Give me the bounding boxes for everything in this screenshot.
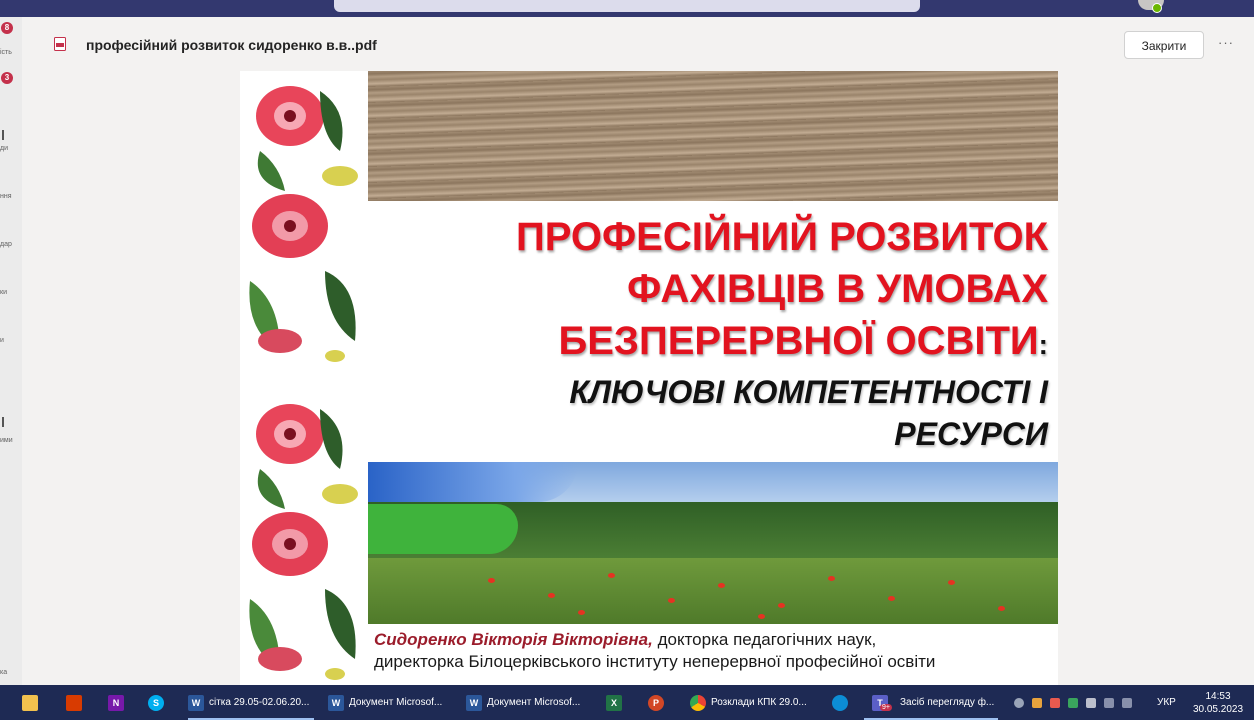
taskbar-item-chrome[interactable]: Розклади КПК 29.0...	[690, 685, 807, 720]
taskbar-item-label: Документ Microsof...	[349, 697, 443, 708]
system-tray	[1014, 685, 1132, 720]
title-line-3: БЕЗПЕРЕРВНОЇ ОСВІТИ	[558, 319, 1039, 363]
folder-icon	[22, 694, 38, 711]
skype-tray-icon[interactable]	[1014, 697, 1024, 708]
taskbar-item-teams[interactable]: T 9+ Засіб перегляду ф...	[872, 685, 994, 720]
poppy	[548, 593, 555, 598]
skype-icon: S	[148, 694, 164, 711]
rail-label-files[interactable]: и	[0, 337, 4, 344]
powerpoint-icon: P	[648, 694, 664, 711]
windows-taskbar: N S W сітка 29.05-02.06.20... W Документ…	[0, 685, 1254, 720]
meadow	[368, 558, 1058, 624]
tray-app-icon[interactable]	[1032, 697, 1042, 708]
volume-icon[interactable]	[1122, 697, 1132, 708]
taskbar-item-label: сітка 29.05-02.06.20...	[209, 697, 310, 708]
powerpoint-button[interactable]: P	[648, 685, 664, 720]
poppy	[718, 583, 725, 588]
skype-button[interactable]: S	[148, 685, 164, 720]
poppy	[578, 610, 585, 615]
search-input[interactable]	[334, 0, 920, 12]
poppy	[758, 614, 765, 619]
activity-badge[interactable]: 8	[1, 22, 13, 34]
poppy	[998, 606, 1005, 611]
taskbar-item-label: Засіб перегляду ф...	[899, 697, 995, 708]
rail-label-calendar[interactable]: дар	[0, 241, 12, 248]
poppy	[948, 580, 955, 585]
left-rail: 8 ість 3 ди ння дар ки и ими ка	[0, 17, 22, 685]
app-icon	[66, 694, 82, 711]
poppy-field-image	[368, 462, 1058, 624]
author-role-2: директорка Білоцерківського інституту не…	[374, 652, 936, 671]
word-icon: W	[188, 694, 204, 711]
edge-button[interactable]	[832, 685, 848, 720]
author-text: Сидоренко Вікторія Вікторівна, докторка …	[374, 629, 1054, 673]
floral-ornament-image	[240, 71, 368, 685]
chrome-icon	[690, 694, 706, 711]
pdf-slide: ПРОФЕСІЙНИЙ РОЗВИТОК ФАХІВЦІВ В УМОВАХ Б…	[240, 71, 1058, 685]
blue-brush-stroke	[368, 462, 578, 502]
battery-icon[interactable]	[1086, 697, 1096, 708]
clock-time: 14:53	[1205, 691, 1231, 702]
rail-teams-indicator	[2, 130, 4, 140]
poppy	[488, 578, 495, 583]
excel-button[interactable]: X	[606, 685, 622, 720]
tray-app-icon[interactable]	[1068, 697, 1078, 708]
taskbar-item-label: Розклади КПК 29.0...	[711, 697, 807, 708]
rail-label-help[interactable]: ка	[0, 669, 7, 676]
title-line-3-wrapper: БЕЗПЕРЕРВНОЇ ОСВІТИ:	[388, 315, 1048, 371]
onenote-button[interactable]: N	[108, 685, 124, 720]
file-viewer-header: професійний розвиток сидоренко в.в..pdf …	[22, 17, 1254, 71]
poppy	[828, 576, 835, 581]
excel-icon: X	[606, 694, 622, 711]
rail-label-tasks[interactable]: ння	[0, 193, 12, 200]
close-button[interactable]: Закрити	[1124, 31, 1204, 59]
tray-app-icon[interactable]	[1050, 697, 1060, 708]
file-explorer-button[interactable]	[22, 685, 38, 720]
slide-title: ПРОФЕСІЙНИЙ РОЗВИТОК ФАХІВЦІВ В УМОВАХ Б…	[388, 211, 1048, 455]
edge-icon	[832, 694, 848, 711]
presence-status-icon	[1152, 3, 1162, 13]
app-button[interactable]	[66, 685, 82, 720]
author-role-1: докторка педагогічних наук,	[652, 630, 877, 649]
poppy	[778, 603, 785, 608]
rail-label-activity[interactable]: ість	[0, 49, 12, 56]
onenote-icon: N	[108, 694, 124, 711]
subtitle-line-1: КЛЮЧОВІ КОМПЕТЕНТНОСТІ І	[569, 374, 1048, 410]
title-line-2: ФАХІВЦІВ В УМОВАХ	[627, 267, 1048, 311]
green-brush-stroke	[368, 504, 518, 554]
taskbar-item-label: Документ Microsof...	[487, 697, 581, 708]
clock-date: 30.05.2023	[1192, 704, 1244, 715]
taskbar-item-word-1[interactable]: W сітка 29.05-02.06.20...	[188, 685, 309, 720]
teams-badge: 9+	[880, 704, 892, 711]
language-indicator[interactable]: УКР	[1157, 697, 1176, 708]
subtitle-line-2: РЕСУРСИ	[894, 416, 1048, 452]
rail-label-teams[interactable]: ди	[0, 145, 8, 152]
more-options-icon[interactable]: ···	[1218, 35, 1234, 50]
clock[interactable]: 14:53 30.05.2023	[1188, 690, 1248, 716]
word-icon: W	[328, 694, 344, 711]
teams-top-bar	[0, 0, 1254, 17]
chat-badge[interactable]: 3	[1, 72, 13, 84]
poppy	[888, 596, 895, 601]
rail-apps-indicator	[2, 417, 4, 427]
file-title: професійний розвиток сидоренко в.в..pdf	[86, 37, 377, 53]
rail-label-apps[interactable]: ими	[0, 437, 13, 444]
author-name: Сидоренко Вікторія Вікторівна,	[374, 630, 653, 649]
rail-label-calls[interactable]: ки	[0, 289, 7, 296]
title-line-1: ПРОФЕСІЙНИЙ РОЗВИТОК	[515, 215, 1048, 259]
poppy	[668, 598, 675, 603]
wifi-icon[interactable]	[1104, 697, 1114, 708]
title-colon: :	[1038, 329, 1048, 360]
taskbar-item-word-3[interactable]: W Документ Microsof...	[466, 685, 580, 720]
wood-texture-image	[368, 71, 1058, 201]
poppy	[608, 573, 615, 578]
word-icon: W	[466, 694, 482, 711]
taskbar-item-word-2[interactable]: W Документ Microsof...	[328, 685, 442, 720]
pdf-file-icon	[54, 37, 66, 51]
